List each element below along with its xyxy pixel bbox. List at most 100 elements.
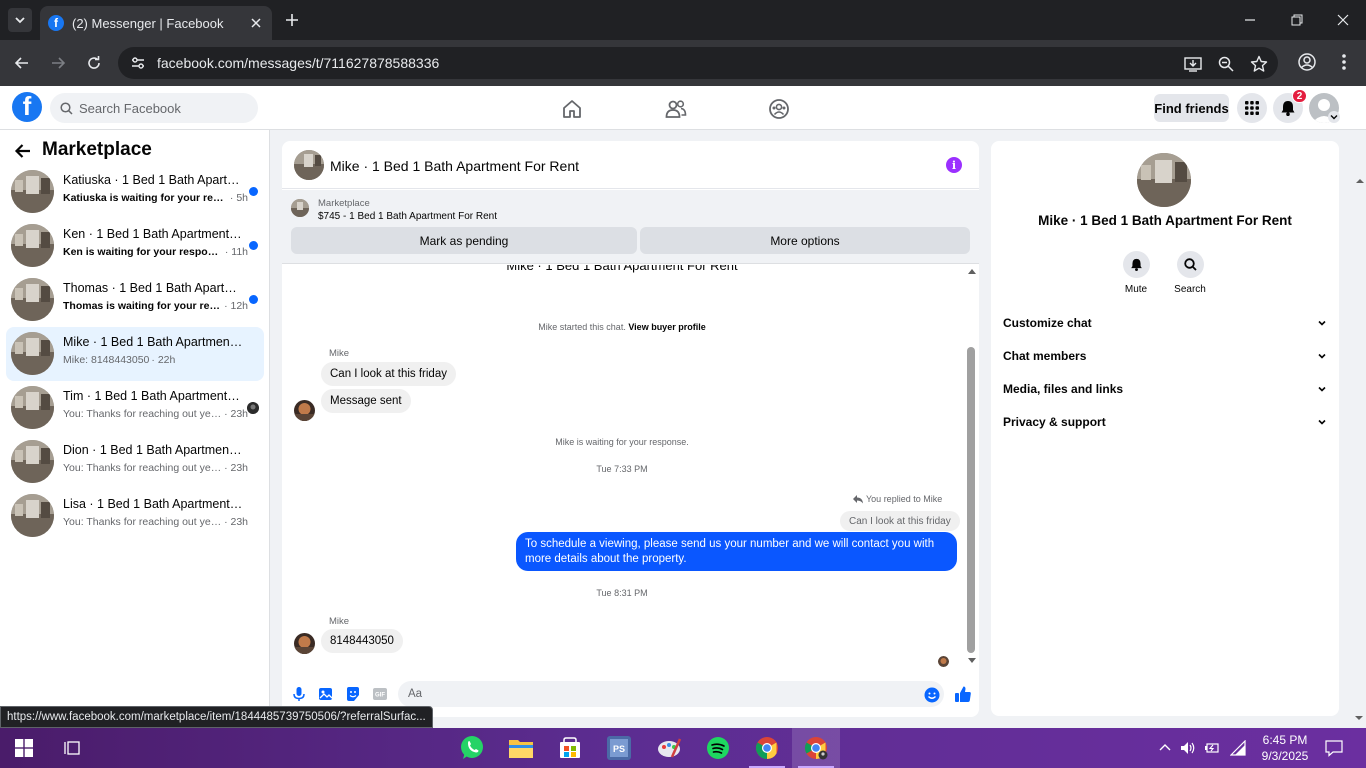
info-icon[interactable]: i [946,157,962,173]
groups-icon[interactable] [768,98,790,120]
sender-avatar[interactable] [294,400,315,421]
listing-title[interactable]: $745 - 1 Bed 1 Bath Apartment For Rent [318,211,497,222]
browser-tab-bar: f (2) Messenger | Facebook [0,0,1366,40]
page-scroll-down-arrow-icon[interactable] [1354,715,1364,721]
sender-avatar[interactable] [294,633,315,654]
incoming-message[interactable]: Can I look at this friday [321,362,456,386]
windows-start-icon[interactable] [0,728,48,768]
unread-dot [249,295,258,304]
scroll-down-arrow-icon[interactable] [967,657,977,665]
waiting-notice: Mike is waiting for your response. [555,437,689,447]
chat-avatar[interactable] [294,150,324,180]
zoom-icon[interactable] [1217,55,1235,73]
conversation-item[interactable]: Dion · 1 Bed 1 Bath Apartment For Rent Y… [6,435,264,489]
chat-title[interactable]: Mike · 1 Bed 1 Bath Apartment For Rent [330,158,579,174]
conversation-item[interactable]: Tim · 1 Bed 1 Bath Apartment For Rent Yo… [6,381,264,435]
browser-menu-icon[interactable] [1336,52,1352,72]
view-buyer-profile-link[interactable]: View buyer profile [628,322,705,332]
friends-icon[interactable] [665,98,687,120]
back-arrow-icon[interactable] [14,142,32,160]
customize-chat-section[interactable]: Customize chat [1003,310,1327,336]
sticker-icon[interactable] [345,686,361,702]
chat-members-section[interactable]: Chat members [1003,343,1327,369]
incoming-message[interactable]: Message sent [321,389,411,413]
tab-close-icon[interactable] [246,13,266,33]
bookmark-star-icon[interactable] [1250,55,1268,73]
listing-avatar [11,170,54,213]
volume-icon[interactable] [1180,740,1196,756]
mark-as-pending-button[interactable]: Mark as pending [291,227,637,254]
thumbs-up-icon[interactable] [954,685,972,703]
browser-tab[interactable]: f (2) Messenger | Facebook [40,6,272,40]
site-settings-icon[interactable] [130,55,146,71]
page-scroll-up-arrow-icon[interactable] [1355,178,1365,184]
chat-scrollbar-thumb[interactable] [967,347,975,653]
back-arrow-icon[interactable] [12,53,32,73]
emoji-icon[interactable] [924,687,940,703]
file-explorer-icon[interactable] [497,728,545,768]
scroll-up-arrow-icon[interactable] [967,267,977,275]
forward-arrow-icon[interactable] [48,53,68,73]
address-bar[interactable]: facebook.com/messages/t/711627878588336 [118,47,1278,79]
chevron-down-icon [15,17,25,24]
notification-center-icon[interactable] [1325,739,1343,757]
task-view-icon[interactable] [48,728,96,768]
spotify-icon[interactable] [694,728,742,768]
conversation-item[interactable]: Katiuska · 1 Bed 1 Bath Apartment For Re… [6,165,264,219]
reload-icon[interactable] [84,53,104,73]
conversation-item[interactable]: Thomas · 1 Bed 1 Bath Apartment For Rent… [6,273,264,327]
microphone-icon[interactable] [291,686,307,702]
search-label: Search [1174,284,1206,295]
photoshop-icon[interactable]: PS [595,728,643,768]
photo-icon[interactable] [318,686,334,702]
battery-icon[interactable] [1204,740,1220,756]
mute-button[interactable]: Mute [1111,251,1161,295]
incoming-message[interactable]: 8148443050 [321,629,403,653]
listing-thumbnail[interactable] [291,199,309,217]
more-options-button[interactable]: More options [640,227,970,254]
chrome-profile-icon[interactable] [792,728,840,768]
restore-icon[interactable] [1287,10,1307,30]
wifi-icon[interactable] [1230,740,1246,756]
find-friends-button[interactable]: Find friends [1154,94,1229,122]
conversation-name: Mike · 1 Bed 1 Bath Apartment For Rent [63,335,243,349]
close-window-icon[interactable] [1333,10,1353,30]
outgoing-message[interactable]: To schedule a viewing, please send us yo… [516,532,957,571]
message-input[interactable] [398,681,944,707]
privacy-support-section[interactable]: Privacy & support [1003,409,1327,435]
system-clock[interactable]: 6:45 PM 9/3/2025 [1254,732,1316,764]
unread-dot [249,241,258,250]
quoted-message[interactable]: Can I look at this friday [840,511,960,531]
minimize-icon[interactable] [1240,10,1260,30]
facebook-logo-icon[interactable]: f [12,92,42,122]
gif-icon[interactable]: GIF [372,686,388,702]
listing-avatar [11,278,54,321]
svg-text:GIF: GIF [375,693,385,699]
chrome-icon[interactable] [743,728,791,768]
paint-icon[interactable] [645,728,693,768]
conversation-name: Ken · 1 Bed 1 Bath Apartment For Rent [63,227,243,241]
new-tab-icon[interactable] [282,10,302,30]
search-conversation-button[interactable]: Search [1165,251,1215,295]
store-icon[interactable] [546,728,594,768]
search-input[interactable] [79,100,249,116]
install-app-icon[interactable] [1184,55,1202,73]
conversation-item[interactable]: Lisa · 1 Bed 1 Bath Apartment For Rent Y… [6,489,264,543]
browser-toolbar: facebook.com/messages/t/711627878588336 [0,40,1366,86]
details-avatar[interactable] [1137,153,1191,207]
show-hidden-icons-chevron-icon[interactable] [1157,740,1173,756]
account-caret-icon[interactable] [1328,111,1340,123]
tab-search-button[interactable] [8,8,32,32]
listing-avatar [11,440,54,483]
tab-title: (2) Messenger | Facebook [72,15,224,31]
facebook-search-bar[interactable] [50,93,258,123]
conversation-item[interactable]: Ken · 1 Bed 1 Bath Apartment For Rent Ke… [6,219,264,273]
home-icon[interactable] [561,98,583,120]
browser-profile-icon[interactable] [1297,52,1317,72]
conversation-item-active[interactable]: Mike · 1 Bed 1 Bath Apartment For Rent M… [6,327,264,381]
media-files-links-section[interactable]: Media, files and links [1003,376,1327,402]
read-receipt-avatar [938,656,949,667]
whatsapp-icon[interactable] [448,728,496,768]
chevron-down-icon [1318,353,1326,359]
menu-grid-icon[interactable] [1237,93,1267,123]
